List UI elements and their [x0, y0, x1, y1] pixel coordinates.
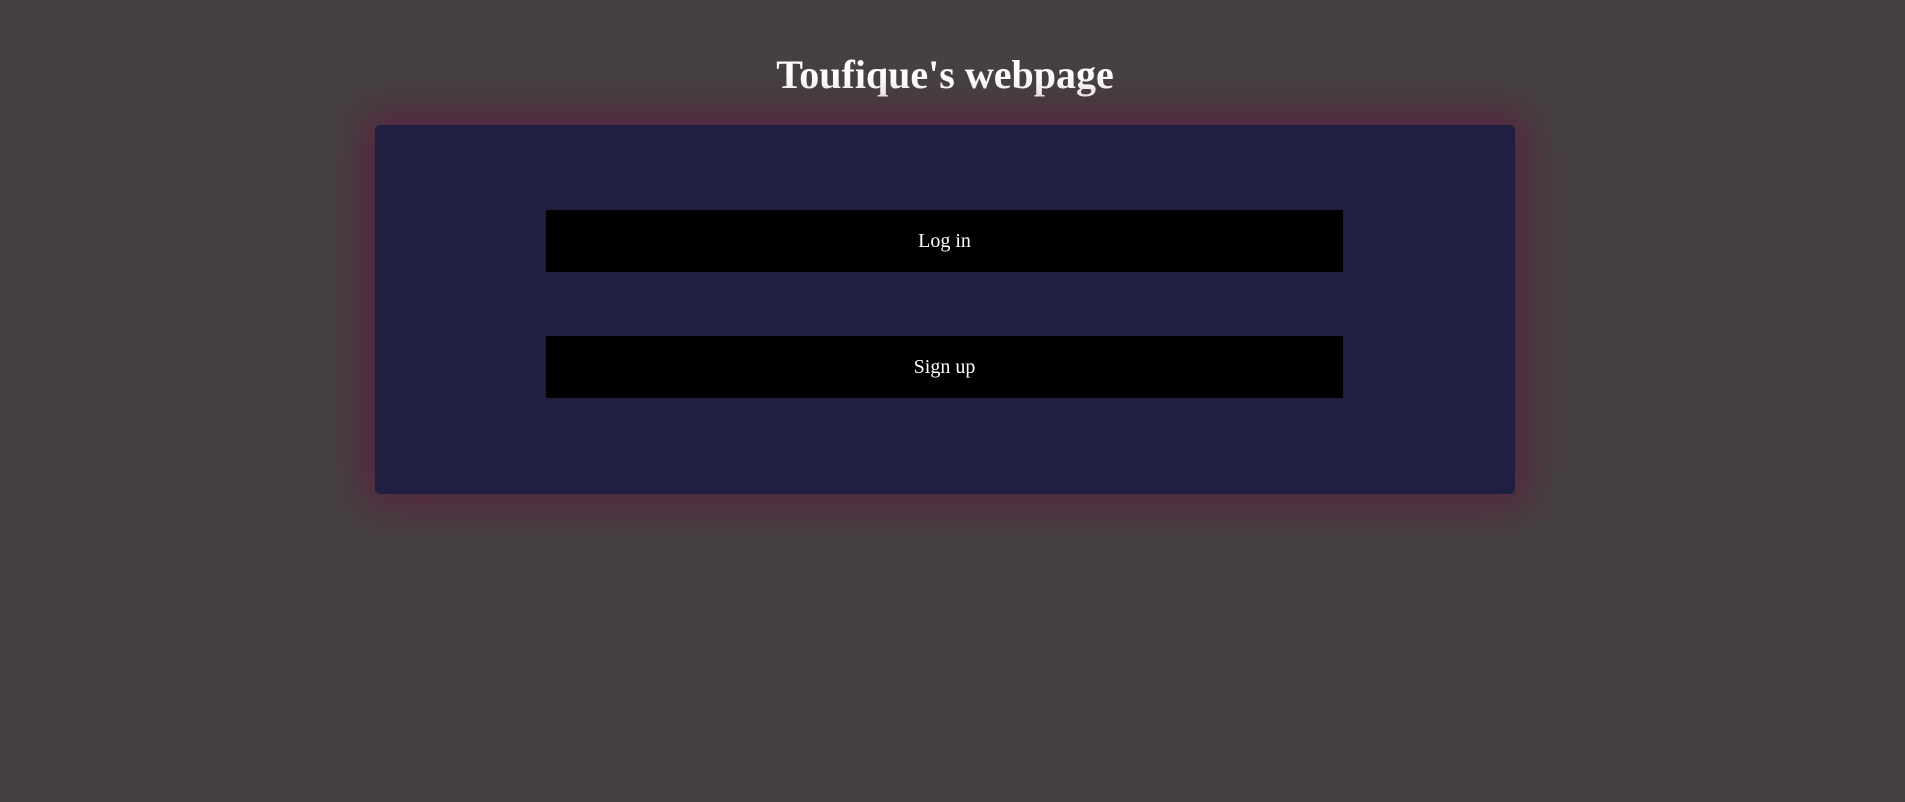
page: Toufique's webpage Log in Sign up	[0, 0, 1905, 802]
login-button[interactable]: Log in	[546, 210, 1343, 272]
page-title: Toufique's webpage	[776, 52, 1114, 97]
auth-card: Log in Sign up	[375, 125, 1515, 494]
signup-button[interactable]: Sign up	[546, 336, 1343, 398]
